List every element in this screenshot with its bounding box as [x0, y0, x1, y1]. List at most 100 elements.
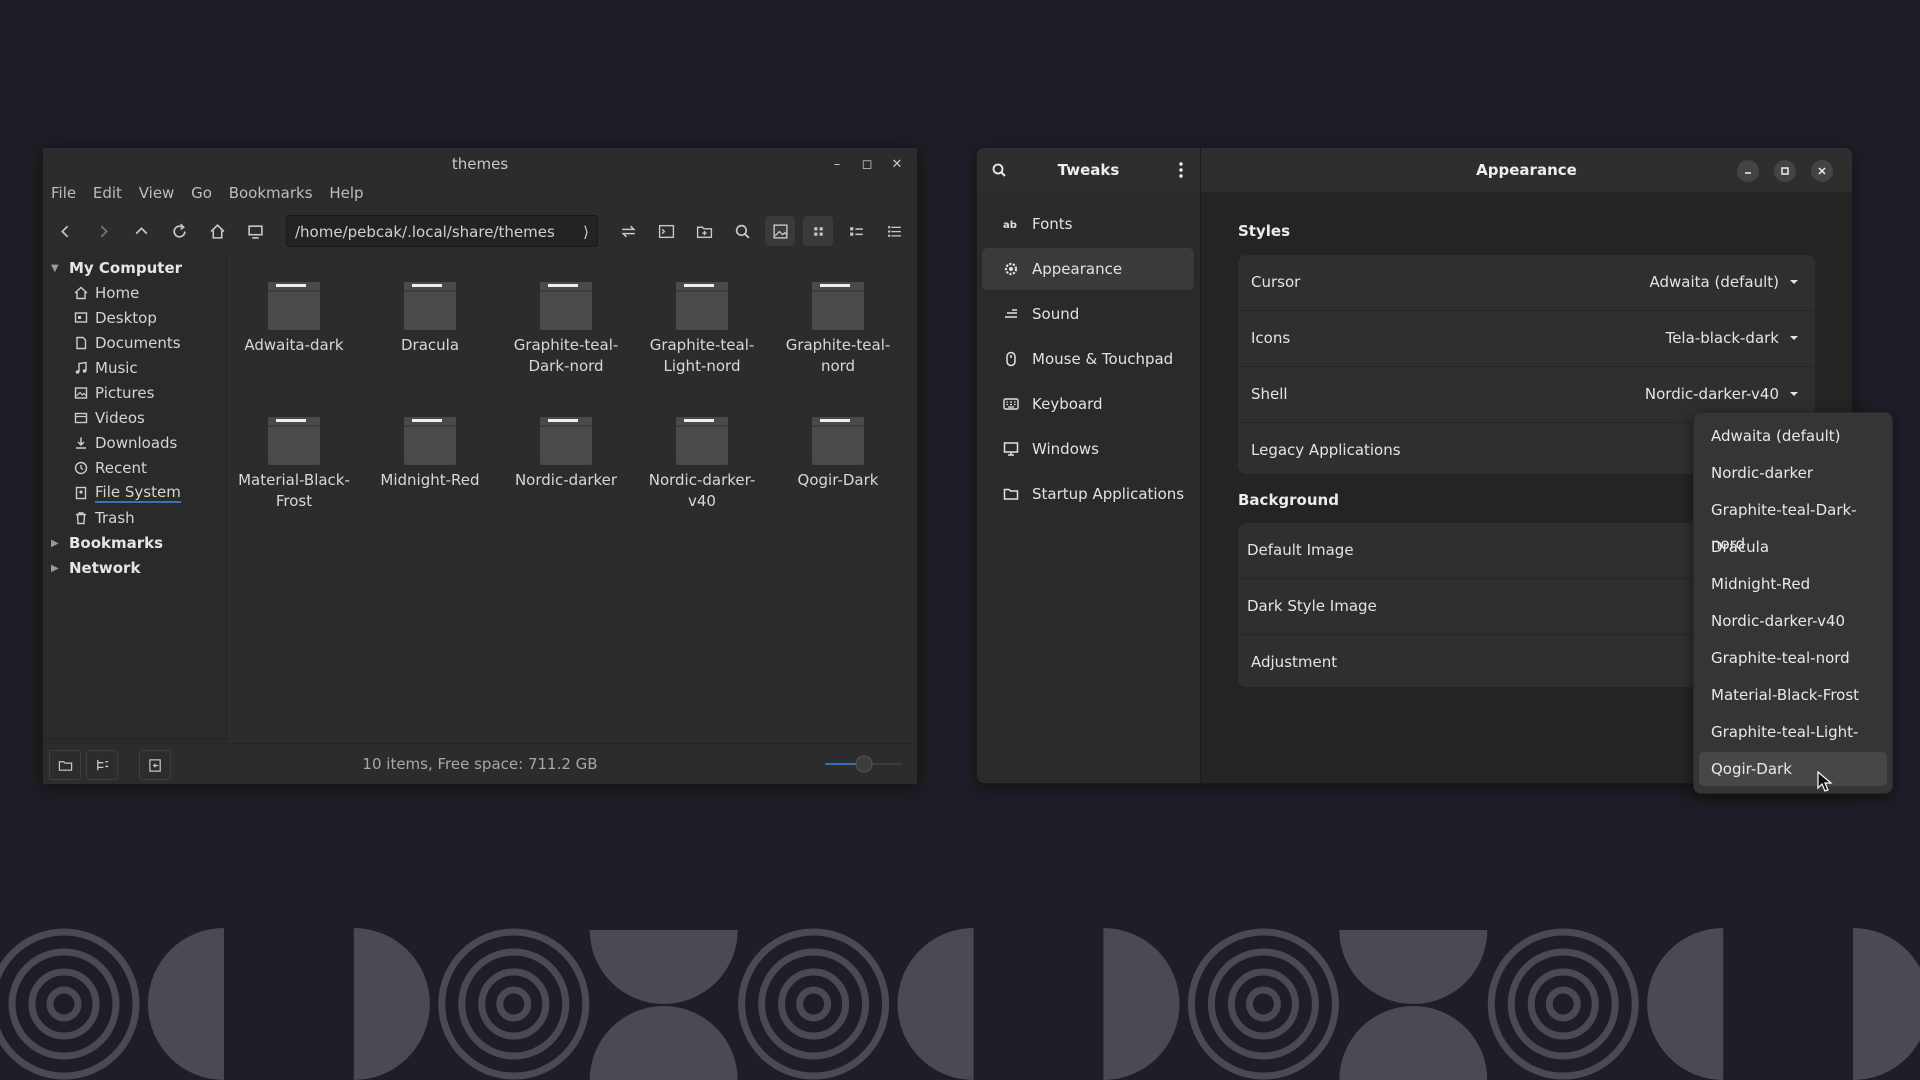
back-button[interactable]: [50, 216, 80, 246]
back-icon: [60, 225, 68, 237]
maximize-button[interactable]: [1774, 160, 1796, 182]
computer-button[interactable]: [240, 216, 270, 246]
wallpaper-shape: [796, 986, 832, 1022]
list-view-button[interactable]: [841, 216, 871, 246]
sidebar-item-file-system[interactable]: File System: [74, 481, 181, 505]
sidebar-my-computer[interactable]: ▼ My Computer: [51, 256, 182, 280]
reload-icon: [172, 223, 186, 238]
dropdown-option[interactable]: Midnight-Red: [1699, 567, 1887, 601]
wallpaper-shape: [589, 930, 738, 1004]
search-button[interactable]: [727, 216, 757, 246]
close-button[interactable]: [1811, 160, 1833, 182]
shell-dropdown[interactable]: Nordic-darker-v40: [1645, 385, 1799, 403]
maximize-button[interactable]: ◻: [856, 154, 878, 176]
grid-icon: [813, 226, 823, 236]
sidebar-item-home[interactable]: Home: [74, 281, 139, 305]
close-icon: [1818, 167, 1826, 175]
dropdown-option-hovered[interactable]: Qogir-Dark: [1699, 752, 1887, 786]
folder-item[interactable]: Qogir-Dark: [771, 413, 905, 492]
dropdown-option[interactable]: Graphite-teal-nord: [1699, 641, 1887, 675]
menu-view[interactable]: View: [139, 184, 175, 202]
drive-icon: [75, 486, 87, 500]
forward-button[interactable]: [88, 216, 118, 246]
folder-item[interactable]: Adwaita-dark: [227, 278, 361, 357]
cursor-row: Cursor Adwaita (default): [1238, 255, 1815, 311]
sidebar-item-desktop[interactable]: Desktop: [74, 306, 157, 330]
folder-item[interactable]: Midnight-Red: [363, 413, 497, 492]
wallpaper-shape: [147, 928, 224, 1080]
nav-appearance[interactable]: Appearance: [982, 248, 1194, 290]
new-folder-button[interactable]: [689, 216, 719, 246]
music-icon: [75, 361, 87, 374]
trash-icon: [76, 512, 86, 525]
cursor-dropdown[interactable]: Adwaita (default): [1650, 273, 1799, 291]
folder-item[interactable]: Graphite-teal- Light-nord: [635, 278, 769, 376]
sidebar-item-pictures[interactable]: Pictures: [74, 381, 154, 405]
maximize-icon: [1781, 167, 1789, 175]
dropdown-option[interactable]: Adwaita (default): [1699, 419, 1887, 453]
sidebar-item-music[interactable]: Music: [74, 356, 138, 380]
sidebar-bookmarks[interactable]: ▶ Bookmarks: [51, 531, 163, 555]
expander-closed-icon[interactable]: ▶: [51, 538, 61, 549]
folder-item[interactable]: Graphite-teal- Dark-nord: [499, 278, 633, 376]
folder-item[interactable]: Nordic-darker-v40: [635, 413, 769, 511]
terminal-button[interactable]: [651, 216, 681, 246]
wallpaper-shape: [478, 968, 550, 1040]
nav-mouse-touchpad[interactable]: Mouse & Touchpad: [982, 338, 1194, 380]
thumbnail-toggle-button[interactable]: [765, 216, 795, 246]
zoom-slider[interactable]: [825, 755, 903, 773]
nav-fonts[interactable]: ab Fonts: [982, 203, 1194, 245]
home-button[interactable]: [202, 216, 232, 246]
folder-item[interactable]: Dracula: [363, 278, 497, 357]
dropdown-option[interactable]: Nordic-darker-v40: [1699, 604, 1887, 638]
sidebar-item-recent[interactable]: Recent: [74, 456, 147, 480]
toggle-location-button[interactable]: [613, 216, 643, 246]
content-header: Appearance: [1201, 148, 1852, 192]
nav-startup-applications[interactable]: Startup Applications: [982, 473, 1194, 515]
home-icon: [74, 286, 88, 300]
up-button[interactable]: [126, 216, 156, 246]
sidebar-item-documents[interactable]: Documents: [74, 331, 181, 355]
location-path: /home/pebcak/.local/share/themes: [295, 223, 555, 241]
minimize-button[interactable]: [1737, 160, 1759, 182]
expander-open-icon[interactable]: ▼: [51, 263, 61, 274]
dropdown-option[interactable]: Graphite-teal-Dark-nord: [1699, 493, 1887, 553]
gear-icon: [1004, 262, 1018, 276]
icons-dropdown[interactable]: Tela-black-dark: [1666, 329, 1799, 347]
folder-item[interactable]: Graphite-teal-nord: [771, 278, 905, 376]
expander-closed-icon[interactable]: ▶: [51, 563, 61, 574]
sidebar-item-downloads[interactable]: Downloads: [74, 431, 177, 455]
chevron-right-icon[interactable]: ⟩: [583, 216, 589, 248]
nav-windows[interactable]: Windows: [982, 428, 1194, 470]
dropdown-option[interactable]: Dracula: [1699, 530, 1887, 564]
menu-bookmarks[interactable]: Bookmarks: [229, 184, 313, 202]
more-options-icon[interactable]: [1173, 161, 1189, 179]
toolbar: /home/pebcak/.local/share/themes ⟩: [43, 212, 917, 250]
folder-item[interactable]: Material-Black- Frost: [227, 413, 361, 511]
icon-view-button[interactable]: [803, 216, 833, 246]
close-button[interactable]: ✕: [886, 154, 908, 176]
menu-edit[interactable]: Edit: [93, 184, 122, 202]
menu-file[interactable]: File: [51, 184, 76, 202]
sidebar-item-videos[interactable]: Videos: [74, 406, 145, 430]
nav-keyboard[interactable]: Keyboard: [982, 383, 1194, 425]
app-title: Tweaks: [1057, 161, 1120, 179]
menu-help[interactable]: Help: [329, 184, 363, 202]
dropdown-option[interactable]: Nordic-darker: [1699, 456, 1887, 490]
sidebar-item-trash[interactable]: Trash: [74, 506, 135, 530]
menu-go[interactable]: Go: [191, 184, 212, 202]
wallpaper-shape: [1507, 948, 1619, 1060]
reload-button[interactable]: [164, 216, 194, 246]
dropdown-option[interactable]: Material-Black-Frost: [1699, 678, 1887, 712]
sidebar-network[interactable]: ▶ Network: [51, 556, 140, 580]
location-bar[interactable]: /home/pebcak/.local/share/themes ⟩: [286, 215, 598, 247]
minimize-button[interactable]: –: [826, 154, 848, 176]
nav-sound[interactable]: Sound: [982, 293, 1194, 335]
forward-icon: [100, 225, 108, 237]
dropdown-option[interactable]: Graphite-teal-Light-nord: [1699, 715, 1887, 775]
status-text: 10 items, Free space: 711.2 GB: [362, 755, 598, 773]
folder-item[interactable]: Nordic-darker: [499, 413, 633, 492]
compact-view-button[interactable]: [879, 216, 909, 246]
desktop-icon: [74, 312, 88, 323]
sound-icon: [1005, 309, 1017, 318]
